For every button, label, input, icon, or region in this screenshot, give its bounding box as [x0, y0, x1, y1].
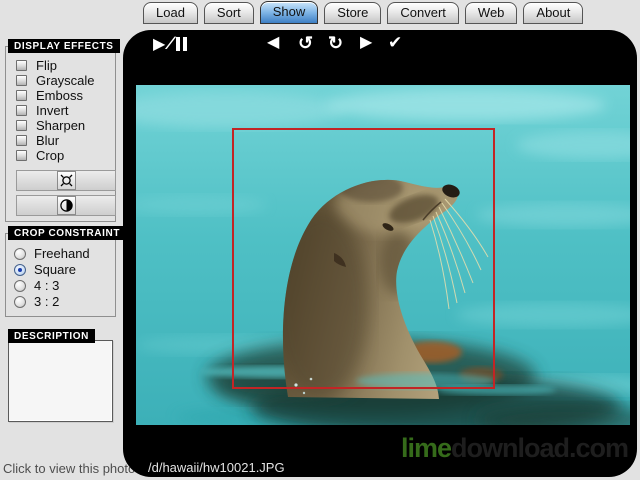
effect-blur[interactable]: Blur	[16, 133, 59, 148]
description-title: DESCRIPTION	[8, 329, 95, 343]
effect-crop[interactable]: Crop	[16, 148, 64, 163]
freehand-radio[interactable]	[14, 247, 26, 260]
watermark-lime: lime	[400, 433, 452, 463]
slash-separator: ∕	[167, 33, 174, 53]
photo[interactable]	[136, 85, 630, 425]
brightness-icon	[56, 171, 76, 190]
square-label: Square	[34, 262, 76, 277]
effect-emboss[interactable]: Emboss	[16, 88, 83, 103]
grayscale-checkbox[interactable]	[16, 75, 27, 86]
tab-show[interactable]: Show	[259, 1, 319, 24]
filename: /d/hawaii/hw10021.JPG	[148, 460, 285, 475]
next-icon[interactable]: ▶	[360, 33, 372, 53]
crop-rectangle[interactable]	[232, 128, 495, 389]
rotate-ccw-icon[interactable]: ↺	[298, 33, 313, 53]
constraint-freehand[interactable]: Freehand	[14, 246, 90, 261]
crop-constraint-title: CROP CONSTRAINT	[8, 226, 127, 240]
tab-bar: Load Sort Show Store Convert Web About	[143, 1, 584, 24]
blur-label: Blur	[36, 133, 60, 148]
emboss-checkbox[interactable]	[16, 90, 27, 101]
viewer-panel: ▶ ∕ ◀ ↺ ↻ ▶ ✔ limedownload.com /d/hawaii…	[123, 30, 637, 477]
blur-checkbox[interactable]	[16, 135, 27, 146]
crop-label: Crop	[36, 148, 65, 163]
flip-label: Flip	[36, 58, 57, 73]
constraint-square[interactable]: Square	[14, 262, 76, 277]
effect-sharpen[interactable]: Sharpen	[16, 118, 85, 133]
footer-hint: Click to view this photo	[3, 461, 136, 476]
ratio-4-3-radio[interactable]	[14, 279, 26, 292]
invert-checkbox[interactable]	[16, 105, 27, 116]
ratio-3-2-radio[interactable]	[14, 295, 26, 308]
tab-sort[interactable]: Sort	[203, 2, 254, 24]
tab-load[interactable]: Load	[143, 2, 198, 24]
play-pause-button[interactable]: ▶ ∕	[153, 33, 188, 54]
tab-web[interactable]: Web	[464, 2, 518, 24]
constraint-3-2[interactable]: 3 : 2	[14, 294, 59, 309]
sharpen-label: Sharpen	[36, 118, 86, 133]
square-radio[interactable]	[14, 263, 26, 276]
ratio-3-2-label: 3 : 2	[34, 294, 60, 309]
tab-store[interactable]: Store	[324, 2, 382, 24]
emboss-label: Emboss	[36, 88, 83, 103]
display-effects-title: DISPLAY EFFECTS	[8, 39, 120, 53]
grayscale-label: Grayscale	[36, 73, 95, 88]
effect-grayscale[interactable]: Grayscale	[16, 73, 95, 88]
description-textarea[interactable]	[8, 340, 113, 422]
effect-flip[interactable]: Flip	[16, 58, 57, 73]
crop-checkbox[interactable]	[16, 150, 27, 161]
tab-convert[interactable]: Convert	[387, 2, 459, 24]
pause-icon	[176, 36, 188, 51]
brightness-button[interactable]	[16, 170, 116, 191]
play-icon: ▶	[153, 35, 166, 53]
freehand-label: Freehand	[34, 246, 90, 261]
effect-invert[interactable]: Invert	[16, 103, 69, 118]
flip-checkbox[interactable]	[16, 60, 27, 71]
watermark: limedownload.com	[400, 433, 629, 464]
rotate-cw-icon[interactable]: ↻	[328, 33, 343, 53]
contrast-icon	[56, 196, 76, 215]
invert-label: Invert	[36, 103, 69, 118]
watermark-rest: download.com	[451, 433, 629, 463]
previous-icon[interactable]: ◀	[267, 33, 279, 53]
tab-about[interactable]: About	[523, 2, 584, 24]
crop-constraint-panel: Freehand Square 4 : 3 3 : 2	[5, 233, 116, 317]
accept-icon[interactable]: ✔	[388, 33, 402, 53]
contrast-button[interactable]	[16, 195, 116, 216]
ratio-4-3-label: 4 : 3	[34, 278, 60, 293]
constraint-4-3[interactable]: 4 : 3	[14, 278, 59, 293]
sharpen-checkbox[interactable]	[16, 120, 27, 131]
display-effects-panel: Flip Grayscale Emboss Invert Sharpen Blu…	[5, 46, 116, 222]
